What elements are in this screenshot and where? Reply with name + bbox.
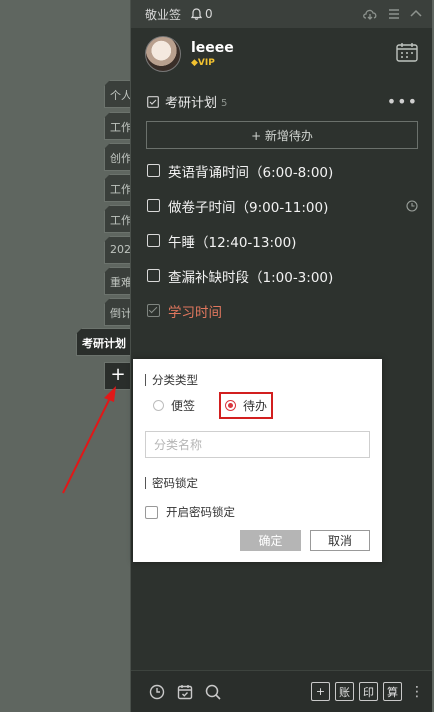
search-icon[interactable] bbox=[205, 684, 221, 700]
top-bar: 敬业签 0 bbox=[131, 0, 432, 28]
todo-item[interactable]: 英语背诵时间（6:00-8:00) bbox=[131, 153, 432, 188]
checklist-icon bbox=[147, 95, 159, 108]
cancel-button[interactable]: 取消 bbox=[310, 530, 370, 551]
todo-text: 学习时间 bbox=[168, 304, 222, 321]
menu-icon[interactable] bbox=[388, 8, 400, 20]
radio-note-circle[interactable] bbox=[153, 400, 164, 411]
todo-checkbox[interactable] bbox=[147, 234, 160, 247]
calculator-button[interactable]: 算 bbox=[383, 682, 402, 701]
password-section-label: 密码锁定 bbox=[145, 477, 198, 489]
add-category-button[interactable]: + bbox=[104, 362, 132, 390]
app-title: 敬业签 bbox=[145, 7, 182, 22]
todo-item-done[interactable]: 学习时间 bbox=[131, 293, 432, 328]
todo-checkbox[interactable] bbox=[147, 269, 160, 282]
bell-count: 0 bbox=[205, 7, 213, 21]
radio-todo-label: 待办 bbox=[242, 399, 267, 413]
list-count: 5 bbox=[221, 97, 228, 109]
notification-button[interactable]: 0 bbox=[191, 7, 213, 21]
bottom-toolbar: + 账 印 算 ⋮ bbox=[131, 670, 432, 712]
list-header: 考研计划 5 ••• bbox=[131, 80, 432, 115]
avatar[interactable] bbox=[145, 36, 181, 72]
ledger-button[interactable]: 账 bbox=[335, 682, 354, 701]
todo-text: 查漏补缺时段（1:00-3:00) bbox=[168, 269, 334, 286]
calendar-icon[interactable] bbox=[396, 42, 418, 62]
list-title: 考研计划 bbox=[165, 96, 218, 111]
todo-text: 做卷子时间（9:00-11:00) bbox=[168, 199, 329, 216]
add-todo-button[interactable]: + 新增待办 bbox=[146, 121, 418, 149]
confirm-button[interactable]: 确定 bbox=[240, 530, 301, 551]
print-button[interactable]: 印 bbox=[359, 682, 378, 701]
clock-icon bbox=[406, 199, 418, 212]
todo-checkbox[interactable] bbox=[147, 164, 160, 177]
bell-icon bbox=[191, 8, 203, 20]
password-lock-checkbox[interactable] bbox=[145, 505, 158, 519]
category-type-label: 分类类型 bbox=[145, 374, 198, 386]
radio-todo-circle[interactable] bbox=[224, 400, 236, 411]
vip-label: VIP bbox=[197, 58, 215, 68]
username: leeee bbox=[191, 40, 234, 56]
todo-text: 午睡（12:40-13:00) bbox=[168, 234, 297, 251]
more-options-button[interactable]: ••• bbox=[387, 92, 418, 111]
more-vertical-icon[interactable]: ⋮ bbox=[410, 684, 424, 700]
radio-note-label: 便签 bbox=[171, 399, 196, 413]
radio-todo[interactable]: 待办 bbox=[219, 392, 273, 419]
todo-list: 英语背诵时间（6:00-8:00) 做卷子时间（9:00-11:00) 午睡（1… bbox=[131, 153, 432, 328]
password-lock-label: 开启密码锁定 bbox=[166, 505, 235, 519]
calendar-check-icon[interactable] bbox=[177, 684, 193, 700]
collapse-icon[interactable] bbox=[410, 8, 422, 20]
clock-icon[interactable] bbox=[149, 684, 165, 700]
category-name-input[interactable] bbox=[145, 431, 370, 458]
add-note-button[interactable]: + bbox=[311, 682, 330, 701]
side-tab-active[interactable]: 考研计划 bbox=[76, 328, 136, 356]
todo-checkbox[interactable] bbox=[147, 199, 160, 212]
password-lock-option[interactable]: 开启密码锁定 bbox=[145, 504, 235, 520]
new-category-dialog: 分类类型 便签 待办 密码锁定 开启密码锁定 确定 取消 bbox=[133, 359, 382, 562]
profile-section: leeee ◆VIP bbox=[131, 28, 432, 80]
todo-item[interactable]: 查漏补缺时段（1:00-3:00) bbox=[131, 258, 432, 293]
main-panel: 敬业签 0 leeee ◆VIP 考研计划 5 ••• + 新增待办 英语背诵时… bbox=[130, 0, 432, 712]
cloud-sync-icon[interactable] bbox=[362, 8, 378, 20]
radio-note[interactable]: 便签 bbox=[153, 397, 195, 414]
todo-checkbox-checked[interactable] bbox=[147, 304, 160, 317]
vip-badge: ◆VIP bbox=[191, 58, 215, 68]
todo-item[interactable]: 午睡（12:40-13:00) bbox=[131, 223, 432, 258]
todo-text: 英语背诵时间（6:00-8:00) bbox=[168, 164, 334, 181]
todo-item[interactable]: 做卷子时间（9:00-11:00) bbox=[131, 188, 432, 223]
